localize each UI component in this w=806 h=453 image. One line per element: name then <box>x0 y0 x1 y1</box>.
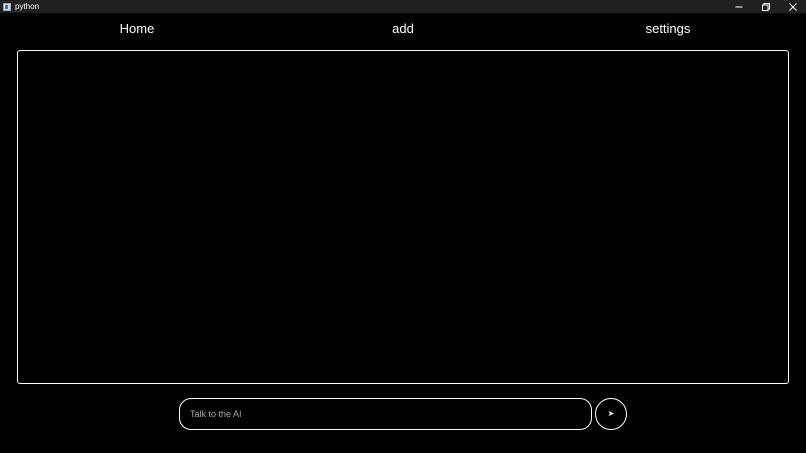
top-nav: Home add settings <box>0 13 806 47</box>
python-app-icon <box>3 2 11 11</box>
window-controls <box>725 0 806 13</box>
close-button[interactable] <box>779 0 806 13</box>
minimize-icon <box>735 6 742 7</box>
nav-item-home[interactable]: Home <box>120 13 155 45</box>
chat-history-panel[interactable] <box>17 50 789 384</box>
app-window: python Home add settings Talk to the AI … <box>0 0 806 453</box>
restore-button[interactable] <box>752 0 779 13</box>
close-icon <box>788 2 797 11</box>
title-bar[interactable]: python <box>0 0 806 13</box>
send-arrow-icon: ➤ <box>607 409 615 418</box>
nav-item-add[interactable]: add <box>392 13 414 45</box>
restore-icon <box>761 2 770 11</box>
minimize-button[interactable] <box>725 0 752 13</box>
send-button[interactable]: ➤ <box>595 398 627 430</box>
chat-input[interactable] <box>179 398 592 430</box>
window-title: python <box>15 2 40 11</box>
nav-item-settings[interactable]: settings <box>646 13 691 45</box>
